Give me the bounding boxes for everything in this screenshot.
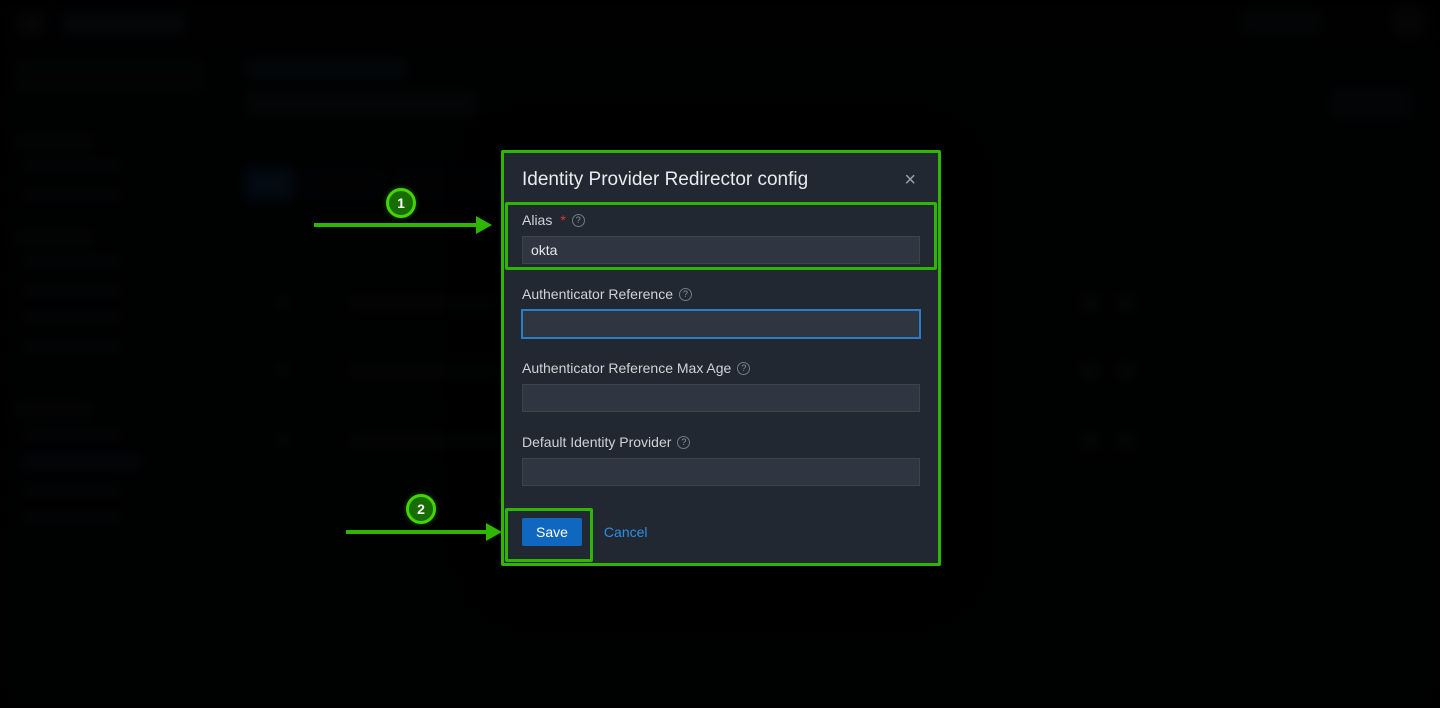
cancel-button[interactable]: Cancel	[600, 518, 652, 546]
auth-ref-label-row: Authenticator Reference ?	[522, 286, 920, 302]
close-icon: ×	[904, 169, 916, 191]
authenticator-reference-max-age-input[interactable]	[522, 384, 920, 412]
default-idp-label: Default Identity Provider	[522, 434, 671, 450]
auth-ref-max-age-label: Authenticator Reference Max Age	[522, 360, 731, 376]
default-identity-provider-input[interactable]	[522, 458, 920, 486]
modal-title: Identity Provider Redirector config	[522, 169, 808, 191]
help-icon[interactable]: ?	[677, 436, 690, 449]
auth-ref-label: Authenticator Reference	[522, 286, 673, 302]
alias-input[interactable]	[522, 236, 920, 264]
alias-label: Alias	[522, 212, 552, 228]
save-button[interactable]: Save	[522, 518, 582, 546]
authenticator-reference-input[interactable]	[522, 310, 920, 338]
alias-label-row: Alias * ?	[522, 212, 920, 228]
help-icon[interactable]: ?	[679, 288, 692, 301]
help-icon[interactable]: ?	[572, 214, 585, 227]
modal-footer: Save Cancel	[504, 502, 938, 564]
idp-redirector-config-modal: Identity Provider Redirector config × Al…	[504, 152, 938, 564]
default-idp-label-row: Default Identity Provider ?	[522, 434, 920, 450]
required-asterisk-icon: *	[560, 212, 565, 228]
auth-ref-max-age-label-row: Authenticator Reference Max Age ?	[522, 360, 920, 376]
modal-body: Alias * ? Authenticator Reference ? Auth…	[504, 212, 938, 502]
modal-header: Identity Provider Redirector config ×	[504, 152, 938, 206]
modal-close-button[interactable]: ×	[900, 168, 920, 192]
help-icon[interactable]: ?	[737, 362, 750, 375]
